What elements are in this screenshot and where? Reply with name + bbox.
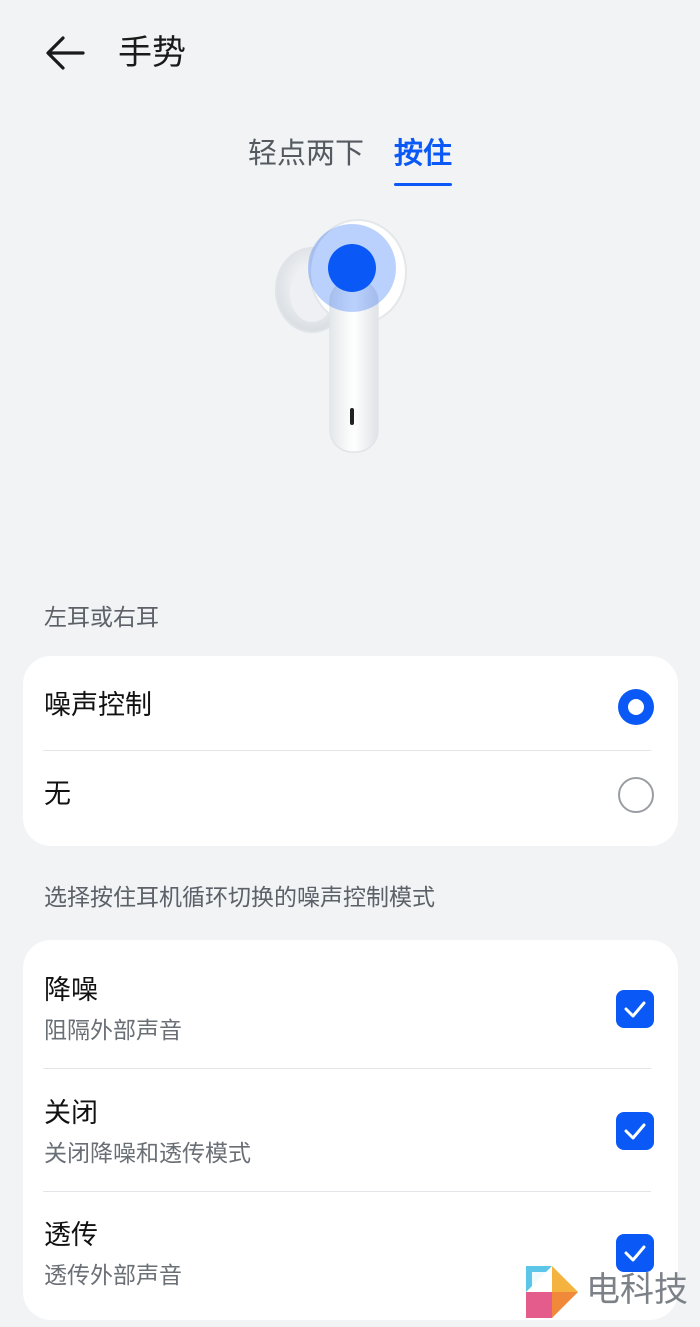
watermark-text: 电科技 xyxy=(586,1270,688,1310)
checkmark-icon xyxy=(624,1245,646,1262)
option-none[interactable]: 无 xyxy=(23,751,678,846)
tab-double-tap[interactable]: 轻点两下 xyxy=(248,130,364,186)
earbud-icon xyxy=(275,219,407,453)
radio-selected[interactable] xyxy=(618,689,654,725)
mode-subtitle: 透传外部声音 xyxy=(44,1263,182,1289)
watermark-logo-icon xyxy=(526,1266,578,1318)
app-header: 手势 xyxy=(0,0,700,110)
page-title: 手势 xyxy=(118,33,186,73)
mode-title: 降噪 xyxy=(44,975,98,1006)
ear-section-label: 左耳或右耳 xyxy=(44,605,159,631)
option-label: 噪声控制 xyxy=(44,690,152,721)
modes-section-label: 选择按住耳机循环切换的噪声控制模式 xyxy=(44,885,435,911)
watermark: 电科技 xyxy=(524,1262,700,1324)
mode-row-anc[interactable]: 降噪 阻隔外部声音 xyxy=(23,940,678,1068)
ear-options-card: 噪声控制 无 xyxy=(23,656,678,846)
back-arrow-icon xyxy=(46,36,85,70)
back-button[interactable] xyxy=(40,30,90,76)
option-noise-control[interactable]: 噪声控制 xyxy=(23,656,678,750)
mode-row-off[interactable]: 关闭 关闭降噪和透传模式 xyxy=(23,1069,678,1191)
option-label: 无 xyxy=(44,779,71,810)
radio-unselected[interactable] xyxy=(618,777,654,813)
mode-title: 透传 xyxy=(44,1220,98,1251)
tab-press-hold[interactable]: 按住 xyxy=(394,130,453,186)
mode-checkbox[interactable] xyxy=(616,990,654,1028)
checkmark-icon xyxy=(624,1123,646,1140)
mode-subtitle: 阻隔外部声音 xyxy=(44,1018,182,1044)
gesture-tabs: 轻点两下 按住 xyxy=(0,130,700,190)
checkmark-icon xyxy=(624,1001,646,1018)
mode-title: 关闭 xyxy=(44,1098,98,1129)
mode-subtitle: 关闭降噪和透传模式 xyxy=(44,1141,251,1167)
mode-checkbox[interactable] xyxy=(616,1112,654,1150)
earbud-illustration xyxy=(250,210,450,470)
